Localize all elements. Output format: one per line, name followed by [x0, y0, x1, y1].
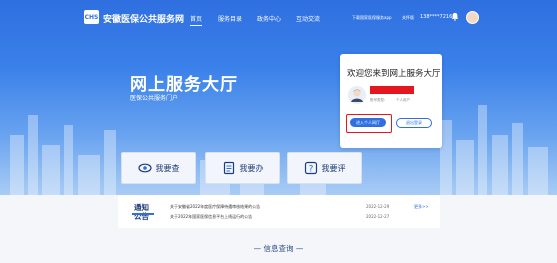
- care-mode-link[interactable]: 关怀版: [402, 15, 414, 21]
- notice-divider: [132, 213, 154, 215]
- nav-government-center[interactable]: 政务中心: [257, 14, 281, 23]
- redacted-username: [370, 86, 414, 94]
- site-title[interactable]: 安徽医保公共服务网: [103, 12, 184, 25]
- logout-button[interactable]: 退出登录: [396, 118, 432, 128]
- user-avatar[interactable]: [466, 11, 479, 24]
- account-type-label: 账号类型:: [370, 98, 386, 102]
- hero-subtitle: 医保公共服务门户: [130, 95, 179, 102]
- account-role: 个人用户: [396, 98, 410, 102]
- nav-home[interactable]: 首页: [190, 14, 203, 26]
- more-link[interactable]: 更多>>: [414, 204, 429, 210]
- notice-item[interactable]: 关于安徽省2022年度医疗保障待遇审核结果的公告: [170, 204, 260, 210]
- service-handle-button[interactable]: 我要办: [205, 152, 280, 184]
- notice-item[interactable]: 关于2022年国家医保信息平台上线运行的公告: [170, 214, 252, 220]
- notice-panel: 通知 公告 关于安徽省2022年度医疗保障待遇审核结果的公告 2022-12-2…: [118, 195, 440, 228]
- notice-date: 2022-12-29: [366, 204, 390, 209]
- service-query-label: 我要查: [155, 163, 180, 173]
- service-review-label: 我要评: [321, 163, 346, 173]
- nav-interaction[interactable]: 互动交流: [296, 14, 320, 23]
- welcome-text: 欢迎您来到网上服务大厅: [347, 69, 441, 79]
- document-icon: [223, 161, 234, 175]
- user-phone[interactable]: 138****7216: [420, 14, 452, 20]
- bell-icon[interactable]: [451, 12, 459, 21]
- service-query-button[interactable]: 我要查: [121, 152, 196, 184]
- notice-title-line1: 通知: [134, 203, 149, 212]
- download-app-link[interactable]: 下载国家医保服务app: [352, 15, 392, 21]
- service-handle-label: 我要办: [239, 163, 264, 173]
- notice-heading: 通知 公告: [134, 203, 152, 221]
- service-review-button[interactable]: ? 我要评: [287, 152, 362, 184]
- question-icon: ?: [304, 161, 317, 175]
- info-query-heading: — 信息查询 —: [253, 244, 304, 253]
- enter-personal-hall-button[interactable]: 进入个人网厅: [350, 118, 386, 127]
- top-navigation: CHS 安徽医保公共服务网 首页 服务目录 政务中心 互动交流 下载国家医保服务…: [0, 0, 557, 34]
- svg-text:?: ?: [308, 165, 313, 175]
- user-login-card: 欢迎您来到网上服务大厅 账号类型: 个人用户 进入个人网厅 退出登录: [340, 54, 442, 148]
- hero-title: 网上服务大厅: [130, 75, 238, 95]
- eye-icon: [137, 163, 152, 173]
- profile-avatar-icon: [348, 86, 366, 104]
- chs-logo[interactable]: CHS: [84, 10, 99, 24]
- notice-date: 2022-12-27: [366, 214, 390, 219]
- nav-service-catalog[interactable]: 服务目录: [218, 14, 242, 23]
